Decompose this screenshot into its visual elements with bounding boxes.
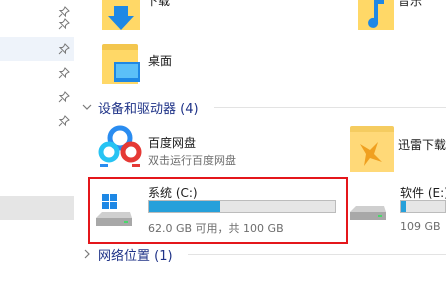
group-divider xyxy=(188,254,446,255)
pin-icon xyxy=(58,6,70,18)
nav-item-pinned-4[interactable] xyxy=(0,85,74,109)
drive-label-e: 软件 (E:) xyxy=(400,186,446,200)
pin-icon xyxy=(58,18,70,30)
group-header-network[interactable]: 网络位置 (1) xyxy=(80,245,173,264)
drive-usage-bar-e xyxy=(400,200,446,213)
highlight-box xyxy=(88,177,348,244)
nav-item-pinned-5[interactable] xyxy=(0,109,74,133)
navigation-pane xyxy=(0,0,74,287)
drive-tile-e[interactable]: 软件 (E:) 109 GB xyxy=(348,182,446,236)
item-tile-xunlei[interactable]: 迅雷下载 xyxy=(348,124,446,174)
baidu-netdisk-icon xyxy=(98,125,142,167)
chevron-right-icon xyxy=(84,249,90,259)
nav-item-pinned-2[interactable] xyxy=(0,37,74,61)
item-label-baidu-netdisk: 百度网盘 xyxy=(148,136,197,150)
pin-icon xyxy=(58,43,70,55)
nav-item-this-pc[interactable] xyxy=(0,196,74,220)
drive-icon xyxy=(350,206,386,220)
music-folder-icon xyxy=(358,0,394,30)
xunlei-folder-icon xyxy=(350,126,394,172)
group-header-devices[interactable]: 设备和驱动器 (4) xyxy=(80,98,199,117)
drive-usage-fill-e xyxy=(401,201,407,212)
folder-label-downloads: 下载 xyxy=(146,0,171,8)
pin-icon xyxy=(58,91,70,103)
folder-tile-downloads[interactable]: 下载 xyxy=(100,0,220,34)
item-tile-baidu-netdisk[interactable]: 百度网盘 双击运行百度网盘 xyxy=(96,122,336,170)
chevron-down-icon xyxy=(82,104,92,110)
folder-tile-music[interactable]: 音乐 xyxy=(356,0,446,34)
group-divider xyxy=(214,107,446,108)
group-title-network: 网络位置 (1) xyxy=(98,248,173,264)
pin-icon xyxy=(58,115,70,127)
item-label-xunlei: 迅雷下载 xyxy=(398,138,446,152)
group-title-devices: 设备和驱动器 (4) xyxy=(98,101,199,117)
downloads-folder-icon xyxy=(102,0,140,30)
drive-info-e: 109 GB xyxy=(400,220,441,233)
content-pane: 下载 音乐 桌面 设备和驱动器 (4) 百度网盘 双击运行百度网盘 迅雷下载 系… xyxy=(78,0,446,287)
nav-item-pinned-3[interactable] xyxy=(0,61,74,85)
folder-label-desktop: 桌面 xyxy=(148,54,173,68)
folder-tile-desktop[interactable]: 桌面 xyxy=(100,42,240,88)
desktop-folder-icon xyxy=(102,44,140,84)
pin-icon xyxy=(58,67,70,79)
folder-label-music: 音乐 xyxy=(398,0,423,8)
item-subtitle-baidu-netdisk: 双击运行百度网盘 xyxy=(148,154,236,167)
